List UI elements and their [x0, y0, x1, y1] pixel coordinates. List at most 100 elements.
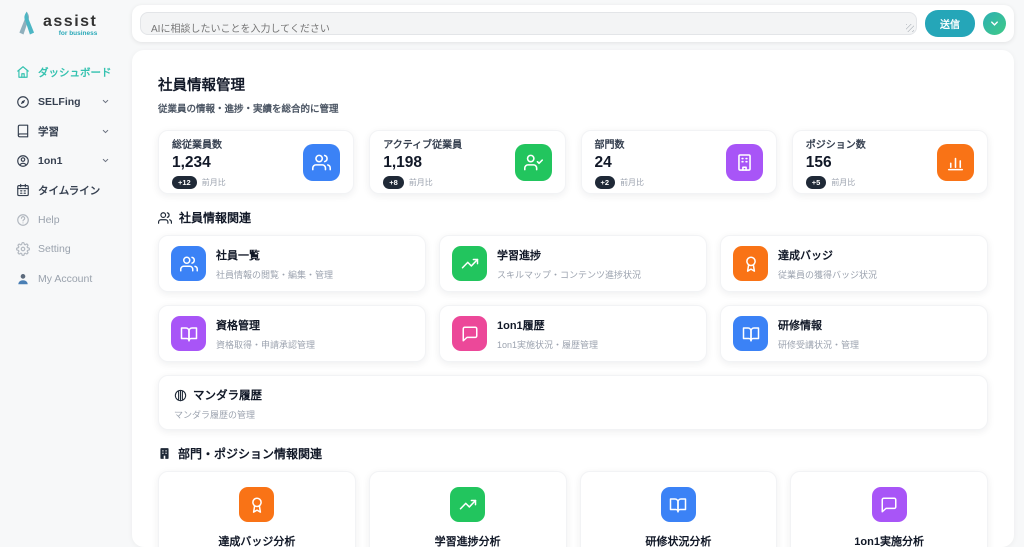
sidebar-item-label: My Account: [38, 272, 93, 285]
card-title: 学習進捗: [497, 249, 541, 262]
ribbon-logo-icon: [19, 11, 35, 35]
delta-badge: +5: [805, 175, 827, 189]
avatar-icon: [16, 272, 30, 286]
sidebar-item-label: SELFing: [38, 95, 81, 108]
sidebar-item-1on1[interactable]: 1on1: [16, 146, 124, 176]
chevron-down-icon[interactable]: [101, 127, 110, 136]
stat-card-departments[interactable]: 部門数 24 +2 前月比: [580, 130, 777, 194]
card-1on1-analysis[interactable]: 1on1実施分析 部門・ポジション別1on1実施状況 92% 平均実施率: [790, 471, 988, 547]
card-learning-progress[interactable]: 学習進捗 スキルマップ・コンテンツ進捗状況: [439, 235, 707, 292]
chevron-down-icon[interactable]: [101, 156, 110, 165]
home-icon: [16, 65, 30, 79]
user-circle-icon: [16, 154, 30, 168]
sidebar-item-my-account[interactable]: My Account: [16, 264, 124, 294]
app-root: assist for business ダッシュボード SELFing 学習 1…: [0, 0, 1024, 547]
card-desc: 研修受講状況・管理: [778, 339, 860, 350]
card-desc: マンダラ履歴の管理: [174, 410, 256, 420]
sidebar-item-learning[interactable]: 学習: [16, 117, 124, 147]
card-title: 研修状況分析: [645, 536, 712, 547]
sidebar-item-label: ダッシュボード: [38, 66, 112, 79]
card-1on1-history[interactable]: 1on1履歴 1on1実施状況・履歴管理: [439, 305, 707, 362]
stat-value: 156: [805, 153, 832, 171]
section-title: 社員情報関連: [179, 211, 252, 225]
mandala-icon: [174, 389, 187, 402]
sidebar-item-timeline[interactable]: タイムライン: [16, 176, 124, 206]
app-logo: assist for business: [18, 10, 124, 38]
delta-note: 前月比: [831, 177, 856, 187]
building-icon: [158, 447, 171, 460]
delta-note: 前月比: [620, 177, 645, 187]
delta-badge: +12: [172, 175, 197, 189]
card-badge-analysis[interactable]: 達成バッジ分析 部門・ポジション別バッジ取得状況 1,234 獲得数: [158, 471, 356, 547]
book-icon: [16, 124, 30, 138]
page-subtitle: 従業員の情報・進捗・実績を総合的に管理: [158, 104, 339, 115]
card-employee-list[interactable]: 社員一覧 社員情報の閲覧・編集・管理: [158, 235, 426, 292]
building-icon: [725, 143, 763, 181]
users-icon: [171, 246, 206, 281]
page-title: 社員情報管理: [158, 78, 245, 94]
sidebar-item-help[interactable]: Help: [16, 205, 124, 235]
book-open-icon: [660, 487, 696, 522]
card-desc: 従業員の獲得バッジ状況: [778, 269, 878, 280]
gear-icon: [16, 242, 30, 257]
card-mandala-history[interactable]: マンダラ履歴 マンダラ履歴の管理: [158, 375, 988, 430]
book-open-icon: [171, 316, 206, 351]
delta-note: 前月比: [408, 177, 433, 187]
award-icon: [239, 487, 275, 522]
ai-prompt-input[interactable]: [140, 12, 917, 35]
card-learning-analysis[interactable]: 学習進捗分析 部門・ポジション別学習状況 78% 平均達成率: [368, 471, 567, 547]
book-open-icon: [733, 316, 768, 351]
sidebar-item-setting[interactable]: Setting: [16, 235, 124, 265]
card-title: 1on1履歴: [497, 319, 545, 332]
stat-value: 1,198: [383, 153, 423, 171]
resize-handle[interactable]: [906, 24, 914, 32]
sidebar-item-dashboard[interactable]: ダッシュボード: [16, 58, 124, 88]
chevron-down-icon[interactable]: [101, 97, 110, 106]
sidebar-item-label: 学習: [38, 125, 59, 138]
stat-label: アクティブ従業員: [383, 139, 463, 151]
dashboard-panel: 社員情報管理 従業員の情報・進捗・実績を総合的に管理 総従業員数 1,234 +…: [132, 50, 1014, 547]
card-desc: 社員情報の閲覧・編集・管理: [216, 269, 334, 280]
analysis-cards-grid: 達成バッジ分析 部門・ポジション別バッジ取得状況 1,234 獲得数 学習進捗分…: [158, 471, 988, 547]
stats-row: 総従業員数 1,234 +12 前月比 アクティブ従業員 1,198 +8 前月…: [158, 130, 988, 194]
ai-prompt-bar: 送信: [132, 5, 1014, 42]
chevron-down-icon: [991, 21, 998, 26]
users-icon: [158, 211, 172, 225]
help-circle-icon: [16, 213, 30, 227]
card-training-info[interactable]: 研修情報 研修受講状況・管理: [720, 305, 988, 362]
stat-value: 24: [594, 153, 612, 171]
stat-label: 部門数: [594, 139, 625, 151]
card-training-analysis[interactable]: 研修状況分析 部門・ポジション別研修実施状況 85% 平均完了率: [579, 471, 778, 547]
sidebar: assist for business ダッシュボード SELFing 学習 1…: [0, 0, 124, 547]
sidebar-item-label: 1on1: [38, 154, 63, 167]
card-title: 達成バッジ: [778, 249, 833, 262]
stat-card-total-employees[interactable]: 総従業員数 1,234 +12 前月比: [158, 130, 355, 194]
collapse-chevron-button[interactable]: [983, 12, 1006, 35]
section-title: 部門・ポジション情報関連: [178, 447, 323, 461]
card-qualifications[interactable]: 資格管理 資格取得・申請承認管理: [158, 305, 426, 362]
card-desc: 1on1実施状況・履歴管理: [497, 339, 599, 350]
employee-cards-grid: 社員一覧 社員情報の閲覧・編集・管理 学習進捗 スキルマップ・コンテンツ進捗状況: [158, 235, 988, 362]
message-square-icon: [452, 316, 487, 351]
card-title: 1on1実施分析: [854, 536, 924, 547]
stat-card-positions[interactable]: ポジション数 156 +5 前月比: [791, 130, 988, 194]
stat-value: 1,234: [172, 153, 211, 171]
users-icon: [303, 143, 341, 181]
sidebar-item-label: Setting: [38, 243, 71, 256]
stat-card-active-employees[interactable]: アクティブ従業員 1,198 +8 前月比: [369, 130, 566, 194]
calendar-icon: [16, 183, 30, 197]
bar-chart-icon: [937, 143, 974, 181]
sidebar-item-label: Help: [38, 213, 60, 226]
delta-badge: +2: [594, 175, 616, 189]
stat-label: 総従業員数: [172, 139, 222, 151]
message-square-icon: [871, 487, 907, 522]
sidebar-item-selfing[interactable]: SELFing: [16, 87, 124, 117]
card-title: マンダラ履歴: [193, 390, 262, 402]
card-title: 学習進捗分析: [434, 536, 501, 547]
send-button[interactable]: 送信: [925, 10, 975, 37]
card-achievement-badges[interactable]: 達成バッジ 従業員の獲得バッジ状況: [720, 235, 988, 292]
compass-icon: [16, 95, 30, 109]
card-desc: スキルマップ・コンテンツ進捗状況: [497, 269, 642, 280]
award-icon: [733, 246, 768, 281]
user-check-icon: [514, 143, 552, 181]
